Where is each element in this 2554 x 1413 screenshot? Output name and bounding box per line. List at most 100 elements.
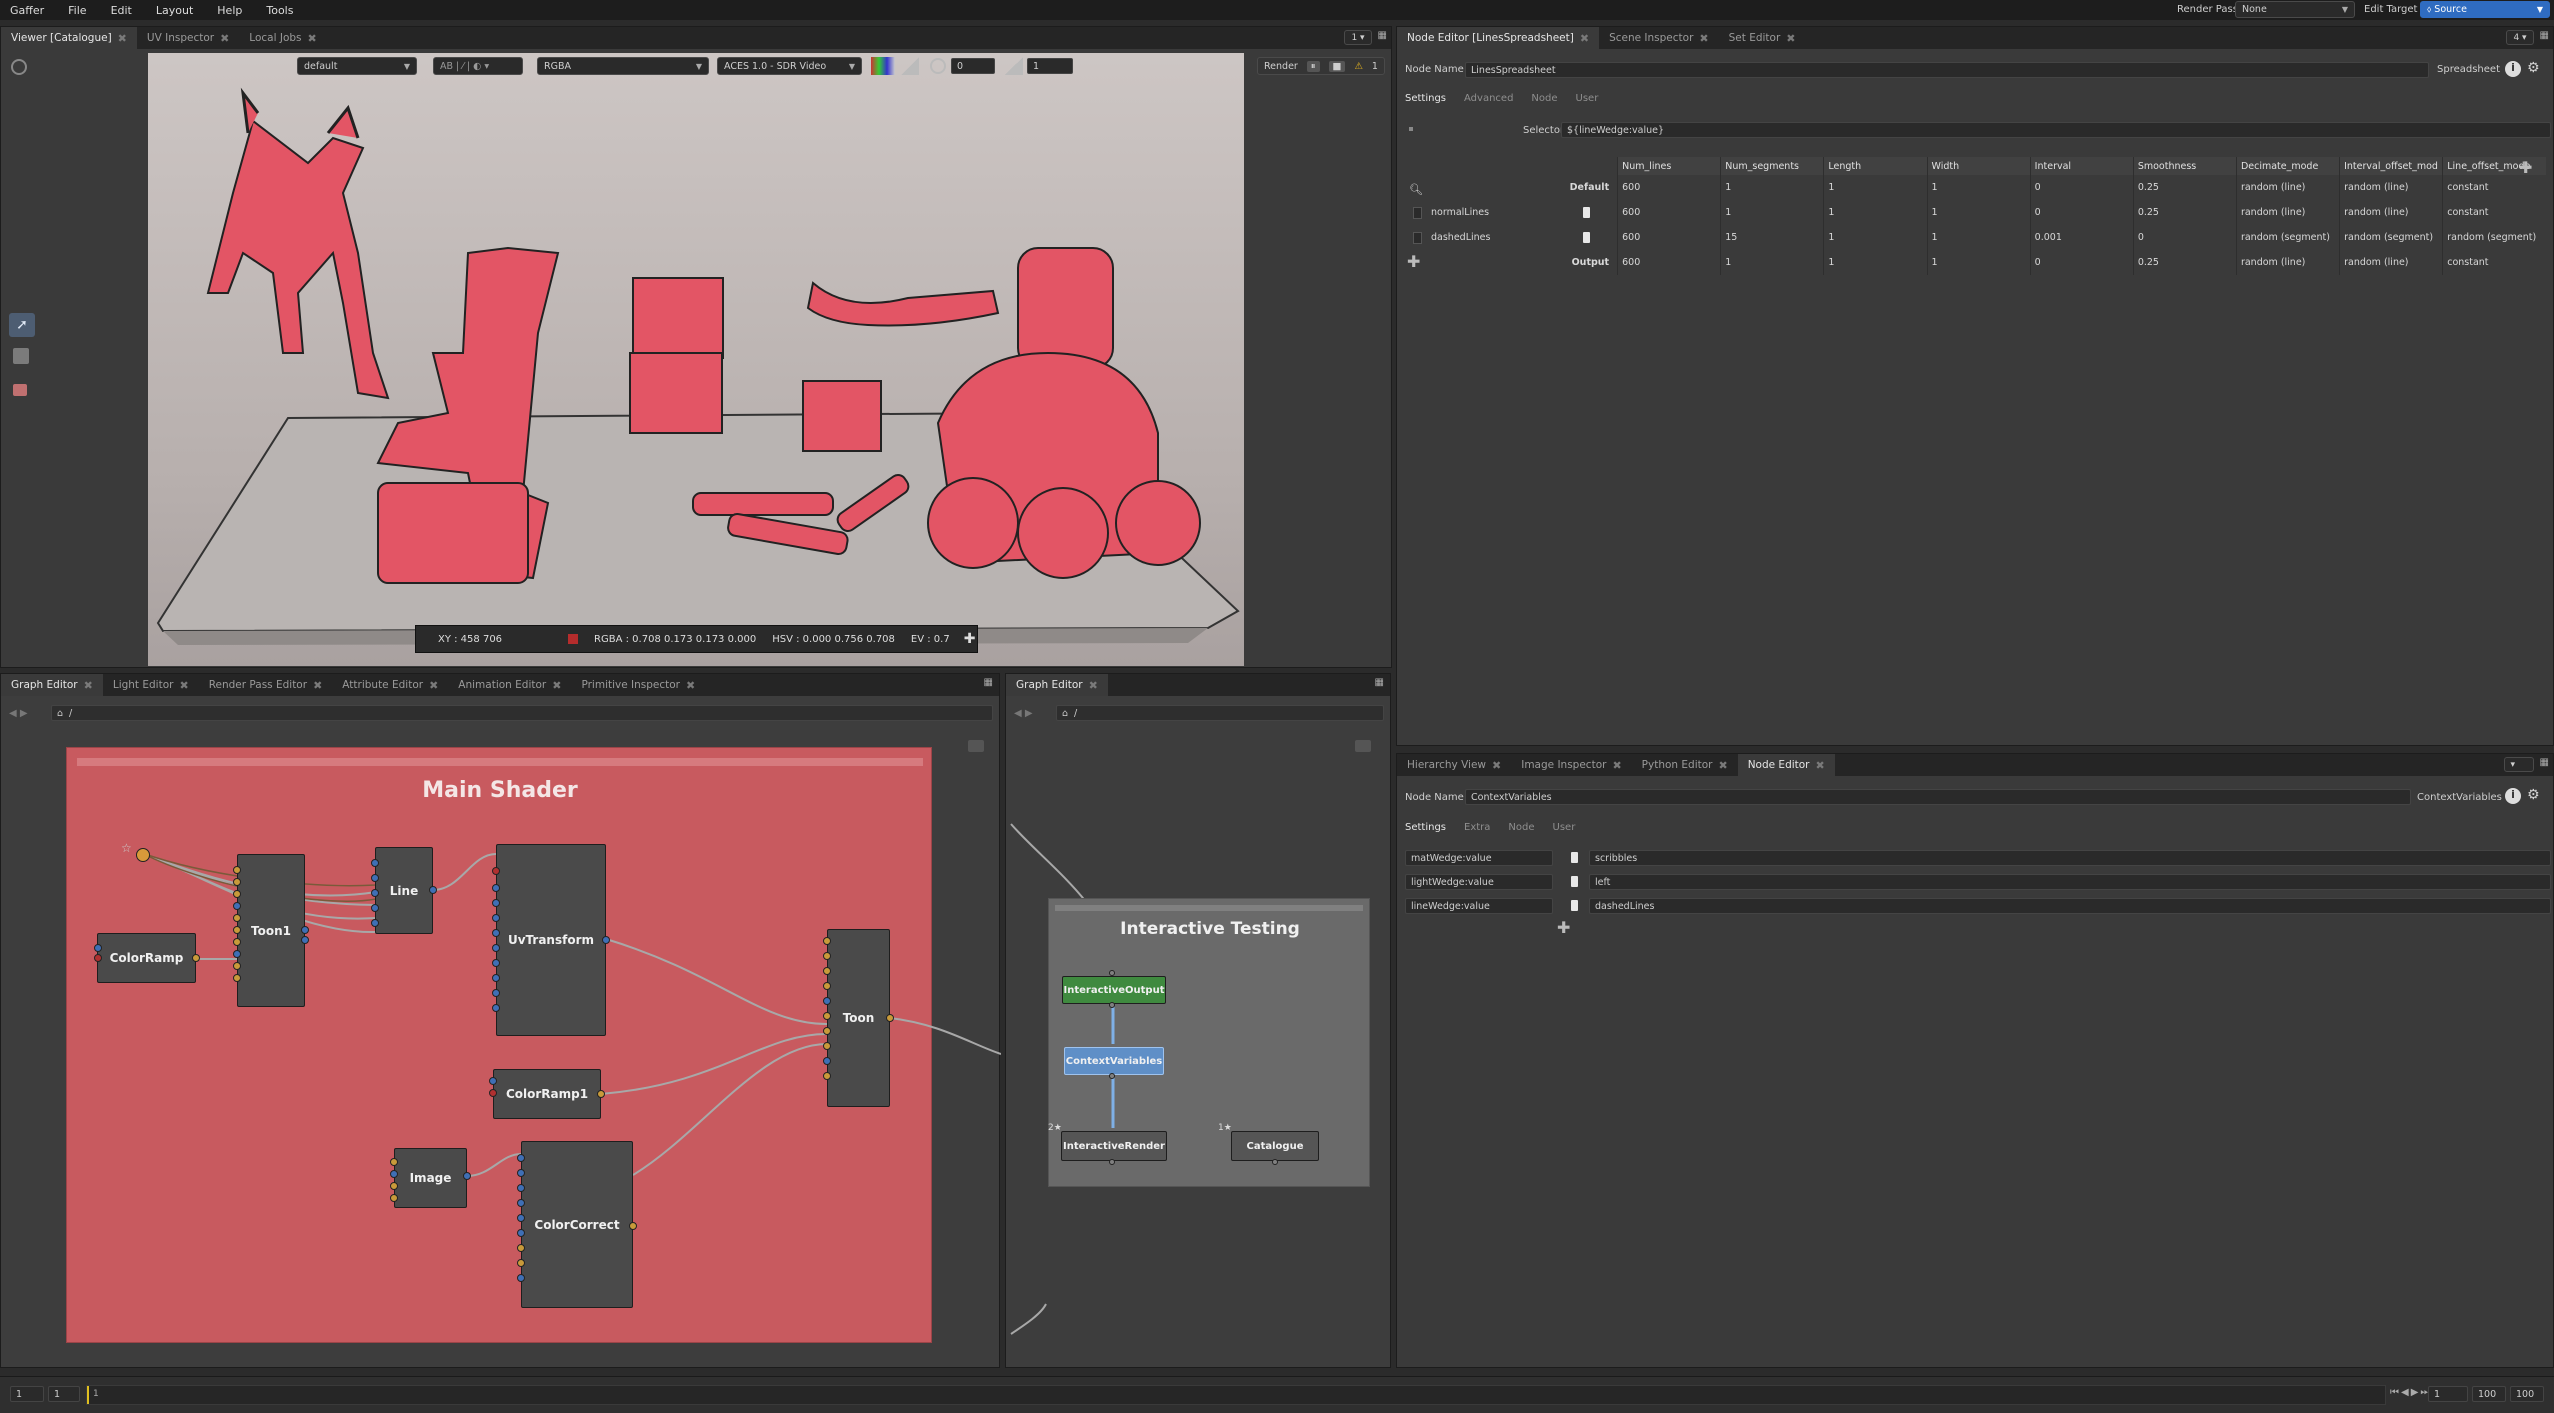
tab-local-jobs[interactable]: Local Jobs ✖ [239,27,326,49]
selector-field[interactable]: ${lineWedge:value} [1561,122,2551,138]
plug[interactable] [492,914,500,922]
add-column-icon[interactable]: ✚ [2519,158,2532,177]
table-cell[interactable]: 1 [1926,200,2031,225]
table-cell[interactable]: random (line) [2235,200,2340,225]
color-inspector-icon[interactable] [13,384,27,396]
node-interactive-output[interactable]: InteractiveOutput [1062,976,1166,1004]
plug[interactable] [233,938,241,946]
row-active-toggle[interactable] [1583,232,1590,243]
plug[interactable] [1109,1073,1115,1079]
timeline-range-start-field[interactable]: 1 [48,1386,80,1402]
layout-menu[interactable]: 1 ▾ [1344,30,1372,45]
render-pause-button[interactable]: ⏸ [1306,60,1320,72]
row-active-toggle[interactable] [1583,207,1590,218]
plug[interactable] [517,1259,525,1267]
plug[interactable] [1272,1159,1278,1165]
node-toon1[interactable]: Toon1 [237,854,305,1007]
table-cell[interactable]: 0 [2029,175,2134,200]
plug[interactable] [94,944,102,952]
plug[interactable] [823,982,831,990]
table-cell[interactable]: 15 [1720,225,1824,250]
variable-enable-toggle[interactable] [1571,852,1578,863]
plug[interactable] [390,1194,398,1202]
subtab-user[interactable]: User [1576,93,1599,104]
subtab-node[interactable]: Node [1531,93,1557,104]
node-toon[interactable]: Toon [827,929,890,1107]
tab-node-editor[interactable]: Node Editor ✖ [1737,754,1835,776]
plug[interactable] [233,926,241,934]
layout-grid-icon[interactable]: ▦ [2540,757,2549,772]
node-colorramp[interactable]: ColorRamp [97,933,196,983]
plug[interactable] [371,874,379,882]
menu-help[interactable]: Help [205,4,254,17]
close-icon[interactable]: ✖ [308,32,317,45]
plug[interactable] [492,989,500,997]
table-cell[interactable]: 0 [2029,200,2134,225]
menu-layout[interactable]: Layout [144,4,205,17]
table-cell[interactable]: 600 [1617,175,1721,200]
table-cell[interactable]: 600 [1617,225,1721,250]
colorspace-dropdown[interactable]: ACES 1.0 - SDR Video ▼ [717,57,862,75]
subtab-user[interactable]: User [1553,822,1576,833]
layout-menu[interactable]: 4 ▾ [2506,30,2534,45]
node-image[interactable]: Image [394,1148,467,1208]
bookmark-badge[interactable]: 2★ [1048,1123,1062,1133]
table-cell[interactable]: 1 [1823,175,1928,200]
plug[interactable] [823,1027,831,1035]
table-cell[interactable]: 0.25 [2132,175,2237,200]
node-uvtransform[interactable]: UvTransform [496,844,606,1036]
table-cell[interactable]: 0 [2132,225,2237,250]
tab-uv-inspector[interactable]: UV Inspector ✖ [137,27,239,49]
edit-target-dropdown[interactable]: ⬨ Source ▼ [2420,1,2550,18]
info-icon[interactable]: i [2505,61,2521,77]
close-icon[interactable]: ✖ [220,32,229,45]
plug[interactable] [489,1077,497,1085]
close-icon[interactable]: ✖ [1786,32,1795,45]
table-cell[interactable]: random (line) [2235,175,2340,200]
plug[interactable] [629,1222,637,1230]
render-pass-dropdown[interactable]: None ▼ [2235,1,2355,18]
exposure-field[interactable]: 0 [951,58,995,74]
gamma-slider-icon[interactable] [1005,57,1023,75]
tab-scene-inspector[interactable]: Scene Inspector ✖ [1599,27,1719,49]
plug[interactable] [602,936,610,944]
plug[interactable] [492,959,500,967]
plug[interactable] [492,929,500,937]
plug[interactable] [301,926,309,934]
variable-value-field[interactable]: left [1589,874,2551,890]
plug[interactable] [233,890,241,898]
plug[interactable] [492,944,500,952]
timeline-start-field[interactable]: 1 [10,1386,44,1402]
table-cell[interactable]: 1 [1823,200,1928,225]
plug[interactable] [492,884,500,892]
plug[interactable] [517,1154,525,1162]
table-cell[interactable]: random (segment) [2442,225,2546,250]
table-cell[interactable]: 0.001 [2029,225,2134,250]
close-icon[interactable]: ✖ [1492,759,1501,772]
table-cell[interactable]: 1 [1926,175,2031,200]
render-stop-button[interactable]: ■ [1328,60,1346,72]
table-cell[interactable]: 1 [1720,175,1824,200]
crop-tool-icon[interactable] [13,348,29,364]
plug[interactable] [233,914,241,922]
plug[interactable] [886,1014,894,1022]
tab-viewer[interactable]: Viewer [Catalogue] ✖ [1,27,137,49]
plug[interactable] [371,889,379,897]
plug[interactable] [390,1158,398,1166]
tab-set-editor[interactable]: Set Editor ✖ [1719,27,1806,49]
table-cell[interactable]: random (line) [2339,200,2443,225]
col-interval-offset-mode[interactable]: Interval_offset_mod [2339,157,2443,175]
timeline-slider[interactable]: 1 [86,1385,2386,1405]
plug[interactable] [233,878,241,886]
table-cell[interactable]: 1 [1926,225,2031,250]
plug[interactable] [429,886,437,894]
gear-icon[interactable]: ⚙ [2527,787,2540,803]
plug[interactable] [823,1072,831,1080]
playback-controls[interactable]: ⏮◀▶⏭ [2390,1387,2431,1398]
record-icon[interactable] [11,59,27,75]
variable-name-field[interactable]: lightWedge:value [1405,874,1553,890]
menu-tools[interactable]: Tools [254,4,305,17]
plug[interactable] [492,899,500,907]
timeline-frame-field[interactable]: 1 [2428,1386,2468,1402]
plug[interactable] [390,1182,398,1190]
